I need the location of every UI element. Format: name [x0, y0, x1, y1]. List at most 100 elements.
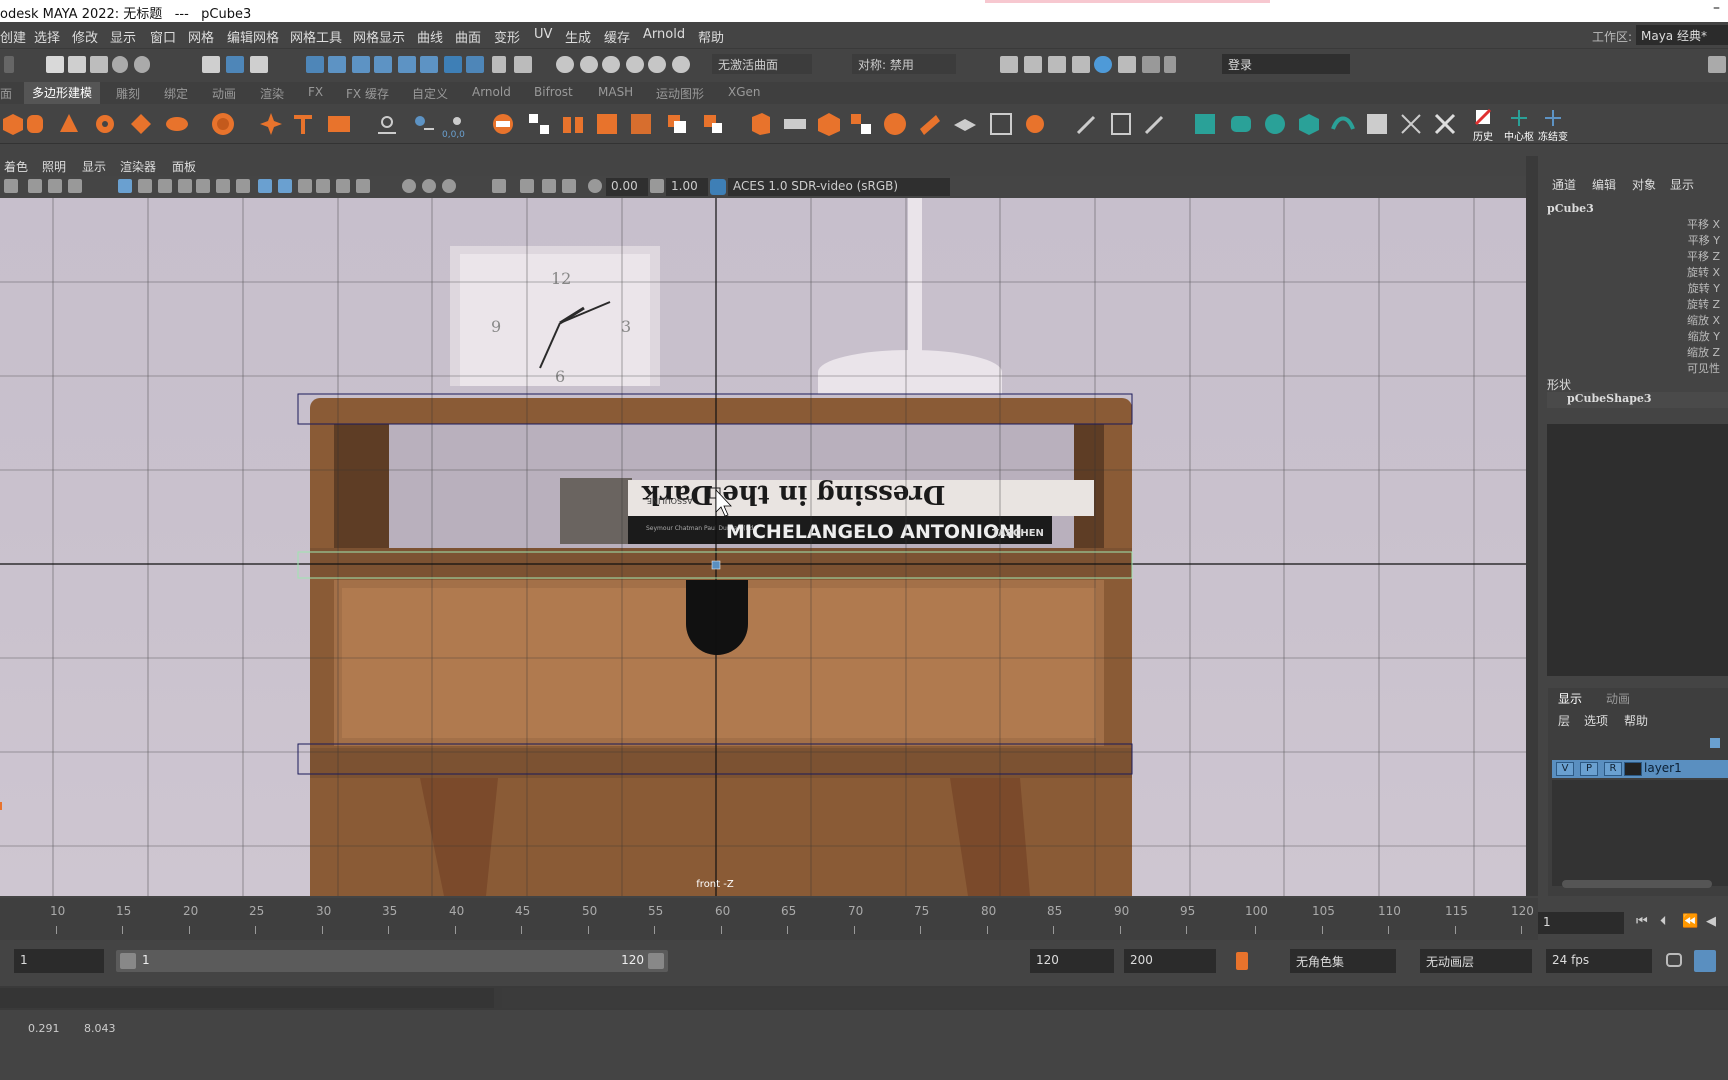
layer-color-swatch[interactable] [1624, 762, 1642, 776]
gamma-icon[interactable] [650, 179, 664, 193]
snap-surface-icon[interactable] [398, 56, 416, 73]
attr-scale-y[interactable]: 缩放 Y [1688, 328, 1720, 344]
play-backwards-icon[interactable]: ◀ [1706, 914, 1716, 929]
camera-attr-icon[interactable] [28, 179, 42, 193]
input-ops-icon[interactable] [514, 56, 532, 73]
select-hierarchy-icon[interactable] [202, 56, 220, 73]
attr-scale-z[interactable]: 缩放 Z [1687, 344, 1720, 360]
vp-menu-show[interactable]: 显示 [82, 158, 106, 175]
current-frame-field[interactable]: 1 [1538, 912, 1624, 934]
layer-row[interactable]: V P R layer1 [1552, 760, 1728, 778]
render-frame-icon[interactable] [1024, 56, 1042, 73]
layer-tab-anim[interactable]: 动画 [1606, 690, 1630, 707]
platonic-solid-icon[interactable] [210, 111, 236, 137]
vp-menu-panels[interactable]: 面板 [172, 158, 196, 175]
snap-project-icon[interactable] [444, 56, 462, 73]
extrude-icon[interactable] [748, 111, 774, 137]
poly-torus-icon[interactable] [92, 111, 118, 137]
target-weld-icon[interactable] [1022, 111, 1048, 137]
attr-rotate-y[interactable]: 旋转 Y [1688, 280, 1720, 296]
workspace-select[interactable]: Maya 经典* [1636, 25, 1728, 45]
bridge-icon[interactable] [782, 111, 808, 137]
menu-surfaces[interactable]: 曲面 [455, 27, 481, 46]
cache-icon[interactable] [602, 56, 620, 73]
isolate-select-icon[interactable] [492, 179, 506, 193]
login-dropdown[interactable]: 登录 [1222, 54, 1350, 74]
shelf-tab-sculpt[interactable]: 雕刻 [116, 85, 140, 102]
camera-select-icon[interactable] [4, 179, 18, 193]
menu-generate[interactable]: 生成 [565, 27, 591, 46]
go-to-start-icon[interactable]: ⏮ [1636, 914, 1648, 929]
uv-planar-icon[interactable] [1192, 111, 1218, 137]
range-slider[interactable]: 1 120 [116, 950, 668, 972]
uv-automatic-icon[interactable] [1296, 111, 1322, 137]
svg-icon[interactable] [326, 111, 352, 137]
menu-mesh-display[interactable]: 网格显示 [353, 27, 405, 46]
exposure-icon[interactable] [588, 179, 602, 193]
arnold-render-icon[interactable] [1118, 56, 1136, 73]
menu-uv[interactable]: UV [534, 27, 552, 42]
shelf-tab-rendering[interactable]: 渲染 [260, 85, 284, 102]
cut-uv-icon[interactable] [1398, 111, 1424, 137]
poly-cylinder-icon[interactable] [22, 111, 48, 137]
backface-icon[interactable] [562, 179, 576, 193]
attr-rotate-z[interactable]: 旋转 Z [1687, 296, 1720, 312]
layer-playback-toggle[interactable]: P [1580, 762, 1598, 776]
menu-display[interactable]: 显示 [110, 27, 136, 46]
shelf-tab-xgen[interactable]: XGen [728, 85, 761, 99]
shelf-tab-mash[interactable]: MASH [598, 85, 633, 99]
safe-action-icon[interactable] [216, 179, 230, 193]
shelf-tab-bifrost[interactable]: Bifrost [534, 85, 573, 99]
layer-menu-options[interactable]: 选项 [1584, 712, 1608, 729]
shelf-tab-custom[interactable]: 自定义 [412, 85, 448, 102]
color-space-dropdown[interactable]: ACES 1.0 SDR-video (sRGB) [728, 178, 950, 196]
film-gate-icon[interactable] [138, 179, 152, 193]
select-object-icon[interactable] [226, 56, 244, 73]
menu-edit-mesh[interactable]: 编辑网格 [227, 27, 279, 46]
new-layer-icon[interactable] [1710, 738, 1720, 748]
menu-mesh[interactable]: 网格 [188, 27, 214, 46]
ambient-occlusion-icon[interactable] [422, 179, 436, 193]
shape-name[interactable]: pCubeShape3 [1547, 392, 1728, 408]
start-time-field[interactable]: 1 [14, 949, 104, 973]
safe-title-icon[interactable] [236, 179, 250, 193]
vp-menu-lighting[interactable]: 照明 [42, 158, 66, 175]
symmetry-dropdown[interactable]: 对称: 禁用 [852, 54, 956, 74]
snap-grid-icon[interactable] [306, 56, 324, 73]
live-surface-field[interactable]: 无激活曲面 [712, 54, 812, 74]
attr-scale-x[interactable]: 缩放 X [1687, 312, 1720, 328]
sew-uv-icon[interactable] [1432, 111, 1458, 137]
loop-icon[interactable] [1666, 953, 1682, 967]
anim-end-field[interactable]: 200 [1124, 949, 1216, 973]
snap-help-icon[interactable] [466, 56, 484, 73]
light-editor-icon[interactable] [1142, 56, 1160, 73]
menu-modify[interactable]: 修改 [72, 27, 98, 46]
layer-name[interactable]: layer1 [1644, 761, 1682, 775]
remesh-icon[interactable] [664, 111, 690, 137]
channel-tab-edit[interactable]: 编辑 [1592, 176, 1616, 193]
uv-editor-icon[interactable] [1364, 111, 1390, 137]
channel-tab-object[interactable]: 对象 [1632, 176, 1656, 193]
menu-create[interactable]: 创建 [0, 27, 26, 46]
attr-rotate-x[interactable]: 旋转 X [1687, 264, 1720, 280]
auto-key-icon[interactable] [1236, 952, 1248, 970]
step-back-key-icon[interactable]: ⏴ [1660, 914, 1667, 929]
shelf-tab-animation[interactable]: 动画 [212, 85, 236, 102]
vp-menu-shading[interactable]: 着色 [4, 158, 28, 175]
pivot-handle[interactable] [711, 560, 721, 570]
append-polygon-icon[interactable] [848, 111, 874, 137]
menu-windows[interactable]: 窗口 [150, 27, 176, 46]
layer-scrollbar[interactable] [1562, 880, 1712, 888]
save-scene-icon[interactable] [90, 56, 108, 73]
menu-curves[interactable]: 曲线 [417, 27, 443, 46]
bevel-icon[interactable] [816, 111, 842, 137]
shelf-tab-arnold[interactable]: Arnold [472, 85, 511, 99]
attr-visibility[interactable]: 可见性 [1687, 360, 1720, 376]
new-scene-icon[interactable] [46, 56, 64, 73]
layer-visibility-toggle[interactable]: V [1556, 762, 1574, 776]
image-plane-icon[interactable] [68, 179, 82, 193]
poly-plane-icon[interactable] [128, 111, 154, 137]
poke-icon[interactable] [916, 111, 942, 137]
scene-view[interactable]: 12 3 6 9 Dressing in the Dark ASSOULINE … [0, 198, 1538, 896]
channel-tab-show[interactable]: 显示 [1670, 176, 1694, 193]
